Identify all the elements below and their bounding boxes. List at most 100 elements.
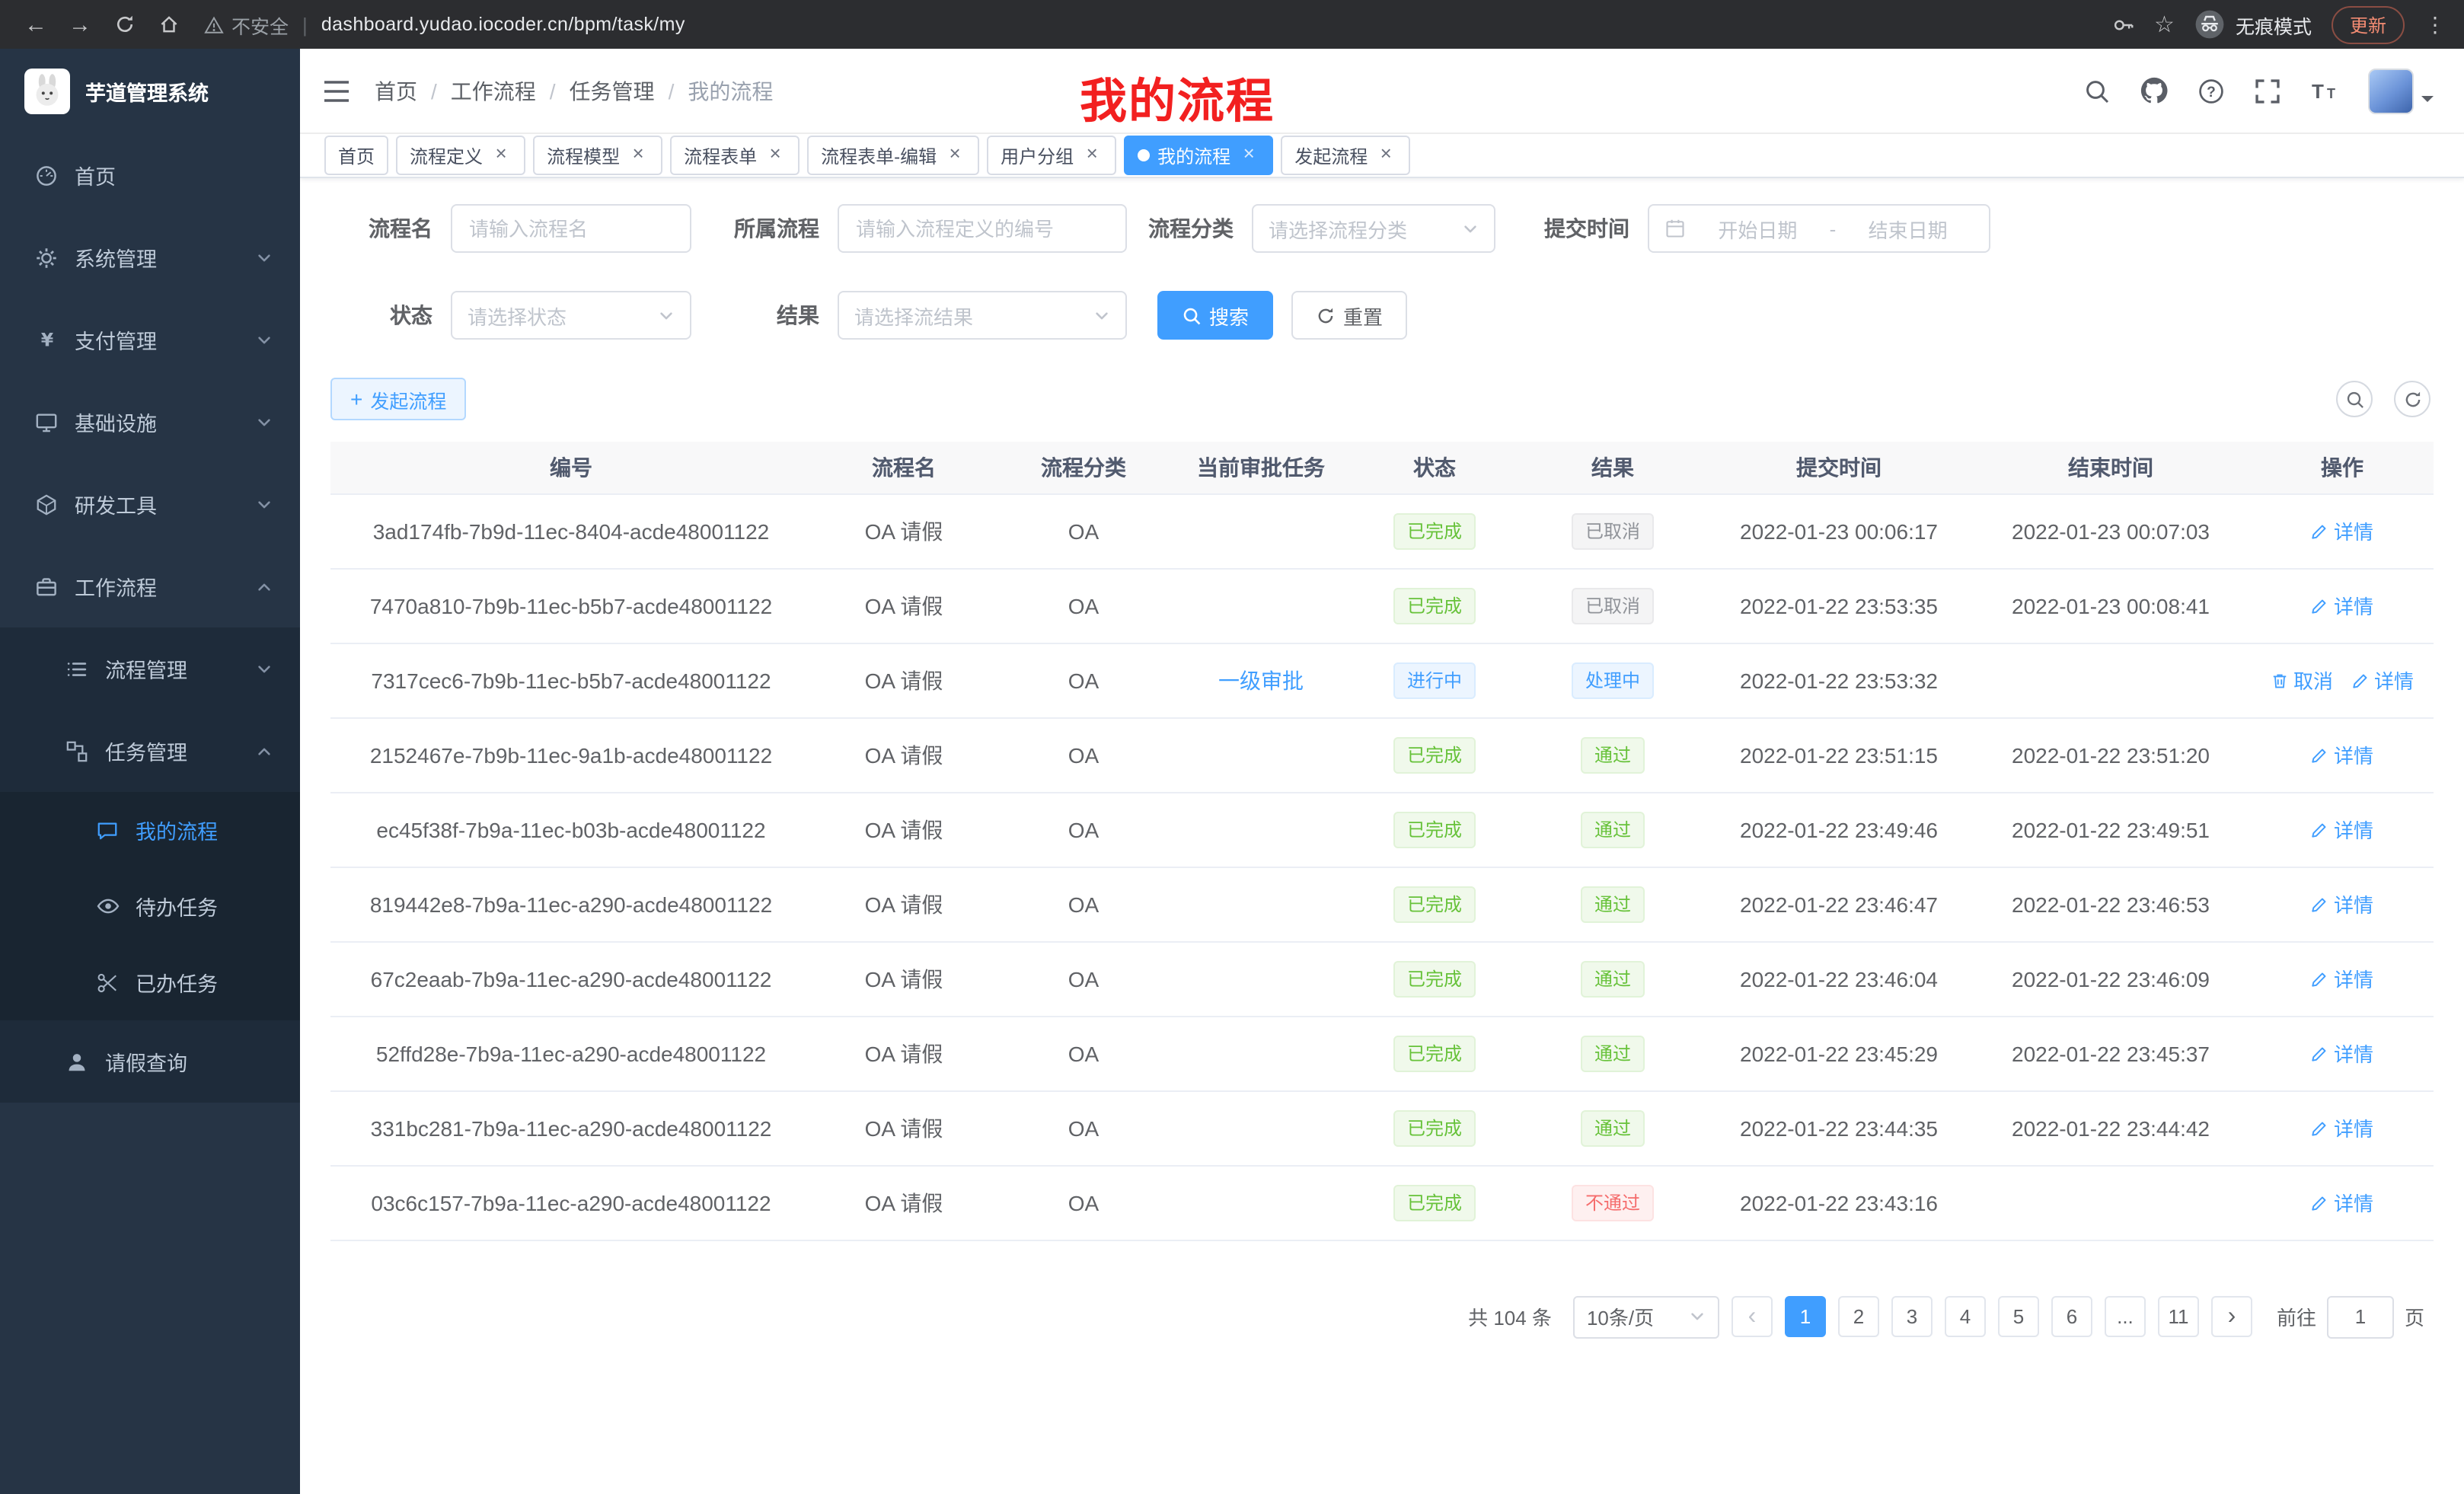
process-name-input[interactable]: [451, 204, 691, 253]
chevron-down-icon: [256, 249, 273, 266]
close-icon[interactable]: ×: [1375, 145, 1396, 166]
detail-action[interactable]: 详情: [2311, 516, 2373, 545]
page-button-1[interactable]: 1: [1785, 1296, 1826, 1337]
result-select[interactable]: 请选择流结果: [838, 291, 1127, 340]
tab-2[interactable]: 流程模型×: [533, 136, 662, 175]
breadcrumb-item-0[interactable]: 首页: [375, 75, 417, 106]
hamburger-icon[interactable]: [321, 77, 352, 104]
page-button-6[interactable]: 6: [2051, 1296, 2092, 1337]
browser-menu-icon[interactable]: ⋮: [2424, 11, 2446, 37]
tab-4[interactable]: 流程表单-编辑×: [807, 136, 979, 175]
detail-action[interactable]: 详情: [2311, 815, 2373, 844]
detail-action[interactable]: 详情: [2311, 1188, 2373, 1217]
address-bar[interactable]: 不安全 | dashboard.yudao.iocoder.cn/bpm/tas…: [204, 10, 2108, 39]
font-size-icon[interactable]: TT: [2310, 78, 2339, 104]
sidebar-item-9[interactable]: 待办任务: [0, 868, 300, 944]
search-button[interactable]: 搜索: [1157, 291, 1273, 340]
page-button-5[interactable]: 5: [1998, 1296, 2039, 1337]
toggle-search-icon[interactable]: [2336, 381, 2373, 417]
close-icon[interactable]: ×: [1081, 145, 1103, 166]
back-icon[interactable]: ←: [15, 6, 56, 43]
close-icon[interactable]: ×: [1238, 145, 1259, 166]
help-icon[interactable]: ?: [2197, 77, 2225, 104]
sidebar-item-6[interactable]: 流程管理: [0, 627, 300, 710]
tab-3[interactable]: 流程表单×: [670, 136, 800, 175]
breadcrumb-item-3[interactable]: 我的流程: [688, 75, 773, 106]
table-row-9: 03c6c157-7b9a-11ec-a290-acde48001122OA 请…: [330, 1165, 2434, 1240]
tab-1[interactable]: 流程定义×: [396, 136, 525, 175]
sidebar-item-0[interactable]: 首页: [0, 134, 300, 216]
cell-current-task: [1171, 867, 1351, 941]
home-icon[interactable]: [148, 6, 189, 43]
prev-page-button[interactable]: ‹: [1732, 1296, 1773, 1337]
cell-end-time: 2022-01-22 23:44:42: [1971, 1090, 2251, 1165]
status-select[interactable]: 请选择状态: [451, 291, 691, 340]
sidebar-item-1[interactable]: 系统管理: [0, 216, 300, 298]
cell-actions: 详情: [2251, 867, 2434, 941]
key-icon[interactable]: [2111, 13, 2134, 36]
sidebar-item-11[interactable]: 请假查询: [0, 1020, 300, 1103]
refresh-table-icon[interactable]: [2394, 381, 2430, 417]
sidebar-item-3[interactable]: 基础设施: [0, 381, 300, 463]
list-icon: [64, 657, 90, 680]
cell-actions: 详情: [2251, 717, 2434, 792]
app-title: 芋道管理系统: [85, 76, 209, 107]
create-process-button[interactable]: + 发起流程: [330, 378, 466, 420]
reset-button[interactable]: 重置: [1291, 291, 1407, 340]
app-logo[interactable]: 芋道管理系统: [0, 49, 300, 134]
category-select[interactable]: 请选择流程分类: [1252, 204, 1495, 253]
page-button-4[interactable]: 4: [1945, 1296, 1986, 1337]
breadcrumb-item-1[interactable]: 工作流程: [451, 75, 536, 106]
tab-6[interactable]: 我的流程×: [1124, 136, 1273, 175]
sidebar-item-5[interactable]: 工作流程: [0, 545, 300, 627]
breadcrumb-item-2[interactable]: 任务管理: [570, 75, 655, 106]
close-icon[interactable]: ×: [627, 145, 649, 166]
sidebar-item-4[interactable]: 研发工具: [0, 463, 300, 545]
page-more-button[interactable]: ...: [2105, 1296, 2146, 1337]
detail-action[interactable]: 详情: [2351, 666, 2414, 694]
next-page-button[interactable]: ›: [2211, 1296, 2252, 1337]
reload-icon[interactable]: [104, 6, 145, 43]
fullscreen-icon[interactable]: [2254, 77, 2281, 104]
url-text[interactable]: dashboard.yudao.iocoder.cn/bpm/task/my: [321, 14, 685, 35]
search-icon[interactable]: [2083, 77, 2111, 104]
close-icon[interactable]: ×: [944, 145, 965, 166]
current-task-link[interactable]: 一级审批: [1218, 668, 1304, 692]
goto-page-input[interactable]: [2327, 1295, 2394, 1338]
submit-time-range-picker[interactable]: 开始日期 - 结束日期: [1648, 204, 1990, 253]
detail-action[interactable]: 详情: [2311, 591, 2373, 620]
owner-process-input[interactable]: [838, 204, 1127, 253]
detail-action[interactable]: 详情: [2311, 740, 2373, 769]
detail-action[interactable]: 详情: [2311, 1039, 2373, 1068]
tab-5[interactable]: 用户分组×: [987, 136, 1116, 175]
sidebar-item-7[interactable]: 任务管理: [0, 710, 300, 792]
column-header-1: 流程名: [812, 442, 996, 493]
start-date-placeholder[interactable]: 开始日期: [1692, 214, 1824, 243]
security-status[interactable]: 不安全: [204, 10, 289, 39]
close-icon[interactable]: ×: [764, 145, 786, 166]
detail-action[interactable]: 详情: [2311, 964, 2373, 993]
avatar[interactable]: [2368, 68, 2414, 113]
page-button-11[interactable]: 11: [2158, 1296, 2199, 1337]
detail-action[interactable]: 详情: [2311, 1113, 2373, 1142]
sidebar-item-2[interactable]: ¥支付管理: [0, 298, 300, 381]
tab-0[interactable]: 首页: [324, 136, 388, 175]
bookmark-star-icon[interactable]: ☆: [2154, 11, 2175, 38]
cancel-action[interactable]: 取消: [2271, 666, 2333, 694]
github-icon[interactable]: [2140, 76, 2169, 105]
update-button[interactable]: 更新: [2332, 5, 2405, 43]
tab-7[interactable]: 发起流程×: [1281, 136, 1410, 175]
process-table: 编号流程名流程分类当前审批任务状态结果提交时间结束时间操作 3ad174fb-7…: [330, 442, 2434, 1240]
sidebar-item-8[interactable]: 我的流程: [0, 792, 300, 868]
forward-icon[interactable]: →: [59, 6, 101, 43]
user-menu[interactable]: [2368, 68, 2434, 113]
status-tag: 已完成: [1393, 1035, 1476, 1071]
sidebar-item-10[interactable]: 已办任务: [0, 944, 300, 1020]
end-date-placeholder[interactable]: 结束日期: [1842, 214, 1974, 243]
edit-icon: [2351, 671, 2370, 689]
page-button-2[interactable]: 2: [1838, 1296, 1879, 1337]
close-icon[interactable]: ×: [490, 145, 512, 166]
page-button-3[interactable]: 3: [1891, 1296, 1933, 1337]
page-size-select[interactable]: 10条/页: [1573, 1295, 1719, 1338]
detail-action[interactable]: 详情: [2311, 889, 2373, 918]
